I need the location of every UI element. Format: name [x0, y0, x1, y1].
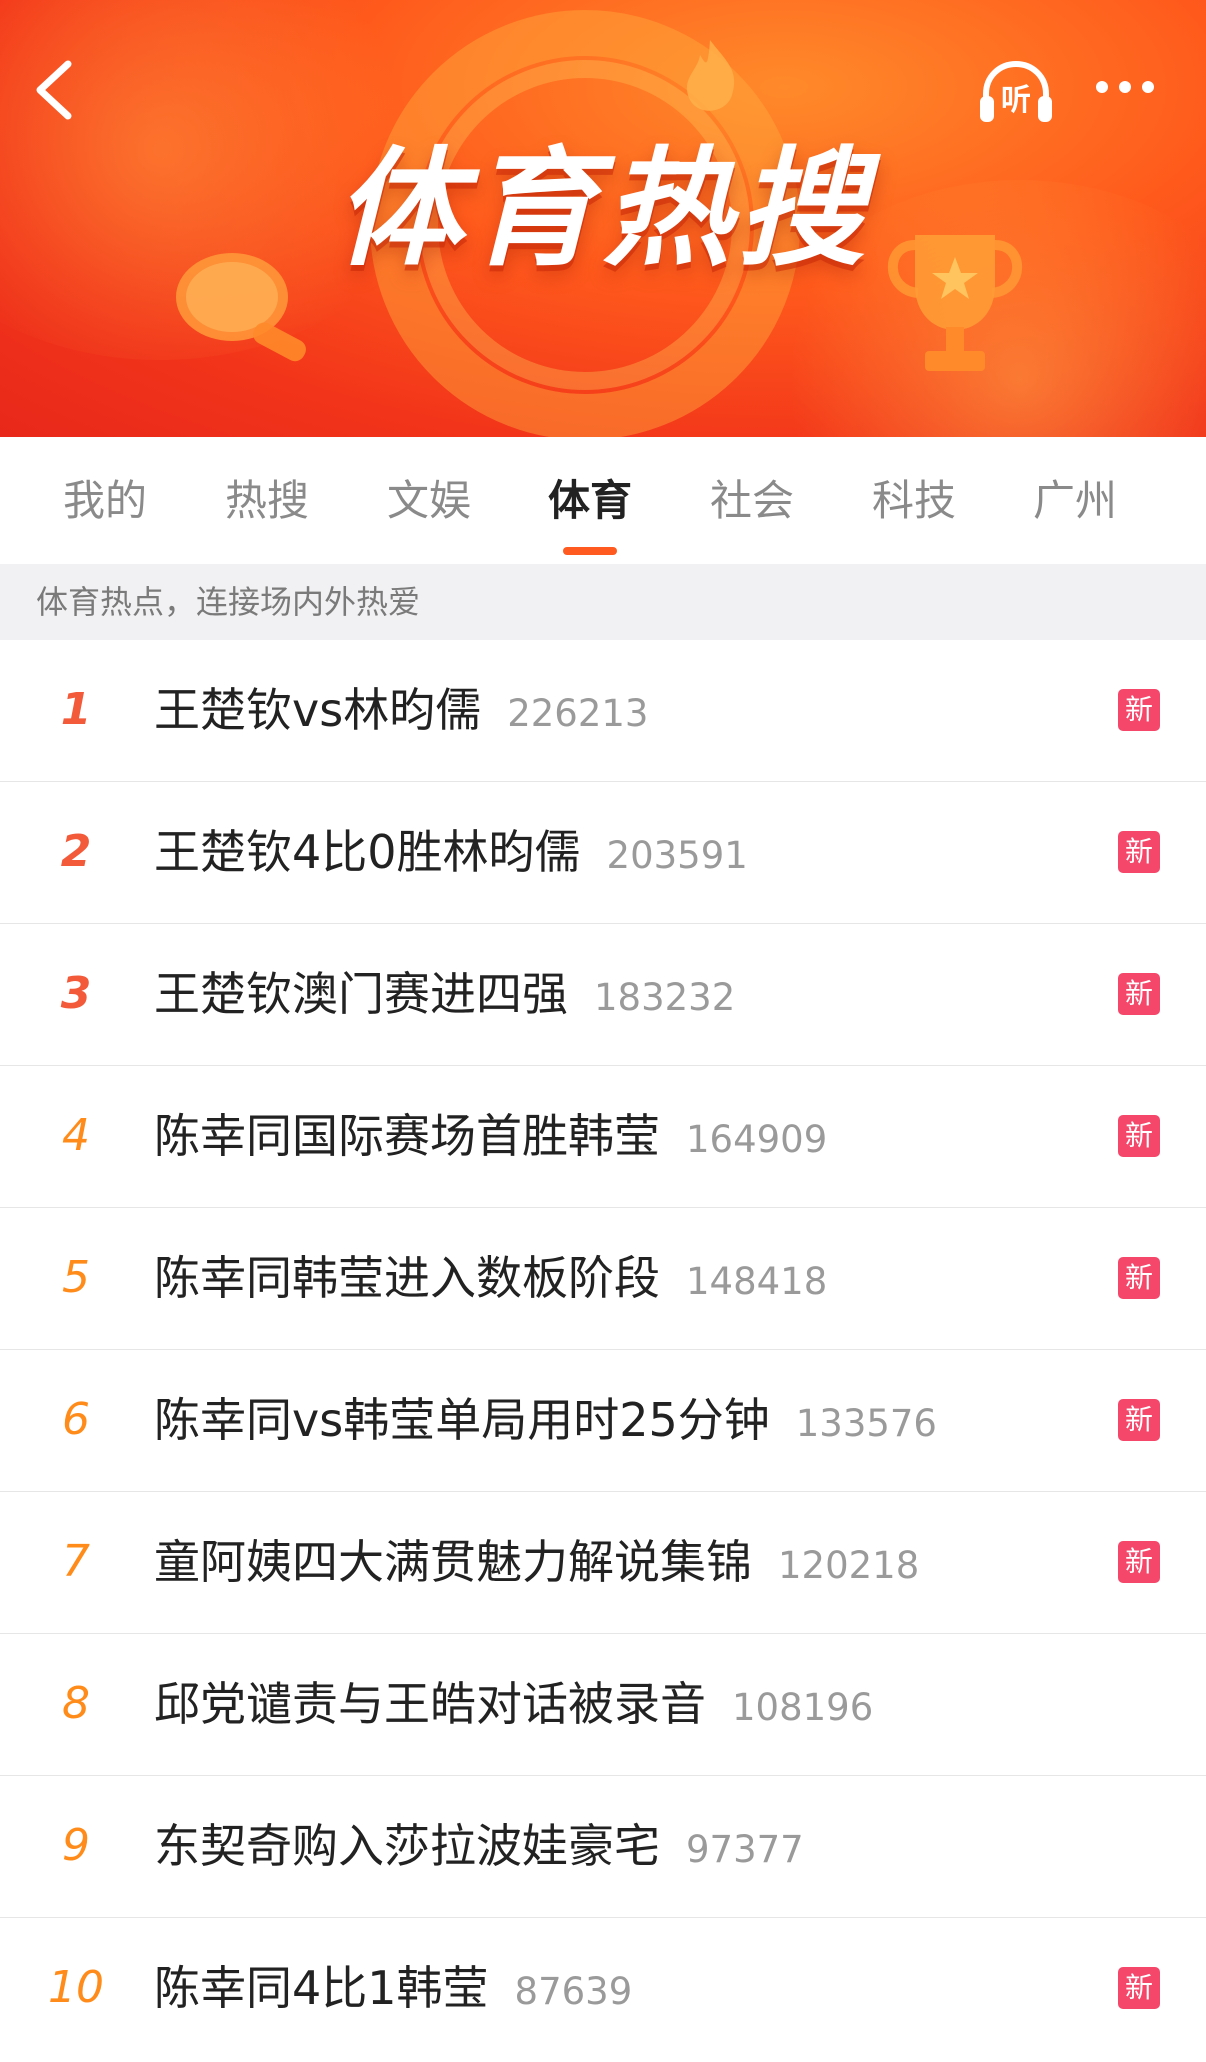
tab-technology[interactable]: 科技 [851, 437, 977, 564]
rank-number: 4 [62, 1110, 90, 1161]
tab-society[interactable]: 社会 [689, 437, 815, 564]
list-item[interactable]: 3 王楚钦澳门赛进四强 183232 新 [0, 924, 1206, 1066]
heat-count: 148418 [686, 1260, 828, 1303]
topic-text: 王楚钦vs林昀儒 [154, 683, 482, 737]
topic-text: 陈幸同4比1韩莹 [154, 1961, 489, 2015]
topic-text: 王楚钦4比0胜林昀儒 [154, 825, 581, 879]
new-badge: 新 [1118, 831, 1160, 873]
rank-number: 3 [60, 968, 92, 1019]
heat-count: 97377 [686, 1828, 804, 1871]
more-dots-icon[interactable] [1096, 78, 1166, 102]
list-item[interactable]: 7 童阿姨四大满贯魅力解说集锦 120218 新 [0, 1492, 1206, 1634]
topic-title: 王楚钦4比0胜林昀儒 203591 [154, 782, 748, 926]
tab-sports[interactable]: 体育 [527, 437, 653, 564]
rank-number: 1 [60, 684, 92, 735]
topic-title: 陈幸同国际赛场首胜韩莹 164909 [154, 1066, 827, 1210]
new-badge: 新 [1118, 1115, 1160, 1157]
heat-count: 108196 [732, 1686, 874, 1729]
list-item[interactable]: 5 陈幸同韩莹进入数板阶段 148418 新 [0, 1208, 1206, 1350]
list-item[interactable]: 6 陈幸同vs韩莹单局用时25分钟 133576 新 [0, 1350, 1206, 1492]
heat-count: 203591 [606, 834, 748, 877]
new-badge: 新 [1118, 1399, 1160, 1441]
tab-overflow-partial[interactable] [1178, 437, 1206, 564]
new-badge: 新 [1118, 1967, 1160, 2009]
topic-title: 童阿姨四大满贯魅力解说集锦 120218 [154, 1492, 919, 1636]
topic-text: 陈幸同韩莹进入数板阶段 [154, 1251, 660, 1305]
topic-title: 王楚钦澳门赛进四强 183232 [154, 924, 735, 1068]
rank-number: 8 [62, 1678, 90, 1729]
topic-title: 王楚钦vs林昀儒 226213 [154, 640, 648, 784]
topic-text: 童阿姨四大满贯魅力解说集锦 [154, 1535, 752, 1589]
heat-count: 164909 [686, 1118, 828, 1161]
rank-number: 10 [48, 1962, 104, 2013]
chevron-left-icon[interactable] [28, 58, 82, 122]
topic-text: 东契奇购入莎拉波娃豪宅 [154, 1819, 660, 1873]
list-item[interactable]: 9 东契奇购入莎拉波娃豪宅 97377 [0, 1776, 1206, 1918]
listen-button[interactable]: 听 [976, 58, 1056, 128]
list-item[interactable]: 2 王楚钦4比0胜林昀儒 203591 新 [0, 782, 1206, 924]
tab-mine[interactable]: 我的 [42, 437, 168, 564]
heat-count: 226213 [507, 692, 649, 735]
rank-number: 2 [60, 826, 92, 877]
rank-number: 6 [62, 1394, 90, 1445]
topic-text: 陈幸同vs韩莹单局用时25分钟 [154, 1393, 770, 1447]
new-badge: 新 [1118, 973, 1160, 1015]
heat-count: 133576 [795, 1402, 937, 1445]
tab-entertainment[interactable]: 文娱 [366, 437, 492, 564]
tab-guangzhou[interactable]: 广州 [1012, 437, 1138, 564]
new-badge: 新 [1118, 1257, 1160, 1299]
new-badge: 新 [1118, 689, 1160, 731]
category-tabs: 我的 热搜 文娱 体育 社会 科技 广州 [0, 437, 1206, 564]
heat-count: 183232 [594, 976, 736, 1019]
headphones-icon: 听 [980, 60, 1052, 122]
topic-title: 陈幸同4比1韩莹 87639 [154, 1918, 632, 2062]
topic-text: 陈幸同国际赛场首胜韩莹 [154, 1109, 660, 1163]
topic-text: 王楚钦澳门赛进四强 [154, 967, 568, 1021]
list-item[interactable]: 1 王楚钦vs林昀儒 226213 新 [0, 640, 1206, 782]
topic-text: 邱党谴责与王皓对话被录音 [154, 1677, 706, 1731]
heat-count: 87639 [514, 1970, 633, 2013]
page-title: 体育热搜 [334, 135, 871, 284]
tab-hot-search[interactable]: 热搜 [204, 437, 330, 564]
new-badge: 新 [1118, 1541, 1160, 1583]
hot-search-list: 1 王楚钦vs林昀儒 226213 新 2 王楚钦4比0胜林昀儒 203591 新 … [0, 640, 1206, 2059]
section-subtitle: 体育热点，连接场内外热爱 [0, 564, 1206, 640]
topic-title: 邱党谴责与王皓对话被录音 108196 [154, 1634, 873, 1778]
rank-number: 9 [62, 1820, 90, 1871]
topic-title: 东契奇购入莎拉波娃豪宅 97377 [154, 1776, 804, 1920]
topic-title: 陈幸同韩莹进入数板阶段 148418 [154, 1208, 827, 1352]
topic-title: 陈幸同vs韩莹单局用时25分钟 133576 [154, 1350, 937, 1494]
active-tab-indicator [563, 547, 617, 555]
rank-number: 5 [62, 1252, 90, 1303]
header-banner: 体育热搜 听 [0, 0, 1206, 437]
listen-label: 听 [1001, 83, 1031, 118]
rank-number: 7 [62, 1536, 90, 1587]
list-item[interactable]: 10 陈幸同4比1韩莹 87639 新 [0, 1918, 1206, 2059]
heat-count: 120218 [778, 1544, 920, 1587]
list-item[interactable]: 8 邱党谴责与王皓对话被录音 108196 [0, 1634, 1206, 1776]
flame-icon [686, 40, 735, 111]
list-item[interactable]: 4 陈幸同国际赛场首胜韩莹 164909 新 [0, 1066, 1206, 1208]
